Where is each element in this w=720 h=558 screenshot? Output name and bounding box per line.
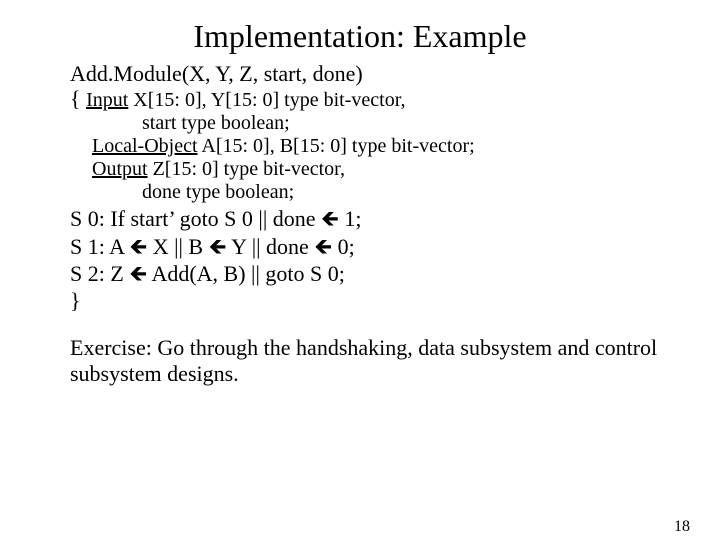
start-decl: start type boolean; — [142, 112, 670, 135]
s1-text-a: S 1: A — [70, 234, 129, 259]
declarations-block: { Input X[15: 0], Y[15: 0] type bit-vect… — [70, 86, 670, 112]
input-keyword: Input — [86, 89, 128, 111]
local-keyword: Local-Object — [92, 135, 198, 157]
input-decl: Input X[15: 0], Y[15: 0] type bit-vector… — [86, 89, 406, 111]
exercise-text: Exercise: Go through the handshaking, da… — [70, 335, 670, 386]
input-rest: X[15: 0], Y[15: 0] type bit-vector, — [128, 89, 405, 111]
s2-text-a: S 2: Z — [70, 261, 129, 286]
s1-text-b: X || B — [147, 234, 208, 259]
s1-text-c: Y || done — [226, 234, 314, 259]
left-arrow-icon: 🡸 — [129, 234, 147, 259]
s0-text-a: S 0: If start’ goto S 0 || done — [70, 206, 321, 231]
done-decl: done type boolean; — [142, 181, 670, 204]
s2-text-b: Add(A, B) || goto S 0; — [147, 261, 345, 286]
state-s0: S 0: If start’ goto S 0 || done 🡸 1; — [70, 206, 670, 231]
left-arrow-icon: 🡸 — [209, 234, 227, 259]
s1-text-d: 0; — [332, 234, 355, 259]
left-arrow-icon: 🡸 — [321, 206, 339, 231]
state-s1: S 1: A 🡸 X || B 🡸 Y || done 🡸 0; — [70, 234, 670, 259]
state-s2: S 2: Z 🡸 Add(A, B) || goto S 0; — [70, 261, 670, 286]
slide-body: Add.Module(X, Y, Z, start, done) { Input… — [70, 61, 670, 386]
left-arrow-icon: 🡸 — [129, 261, 147, 286]
open-brace: { — [70, 86, 81, 111]
module-signature: Add.Module(X, Y, Z, start, done) — [70, 61, 670, 86]
local-rest: A[15: 0], B[15: 0] type bit-vector; — [198, 135, 475, 157]
slide-title: Implementation: Example — [0, 18, 720, 55]
output-rest: Z[15: 0] type bit-vector, — [148, 158, 345, 180]
left-arrow-icon: 🡸 — [314, 234, 332, 259]
local-decl: Local-Object A[15: 0], B[15: 0] type bit… — [92, 135, 670, 158]
s0-text-b: 1; — [339, 206, 362, 231]
output-keyword: Output — [92, 158, 148, 180]
page-number: 18 — [674, 518, 690, 536]
output-decl: Output Z[15: 0] type bit-vector, — [92, 158, 670, 181]
close-brace: } — [70, 288, 670, 313]
